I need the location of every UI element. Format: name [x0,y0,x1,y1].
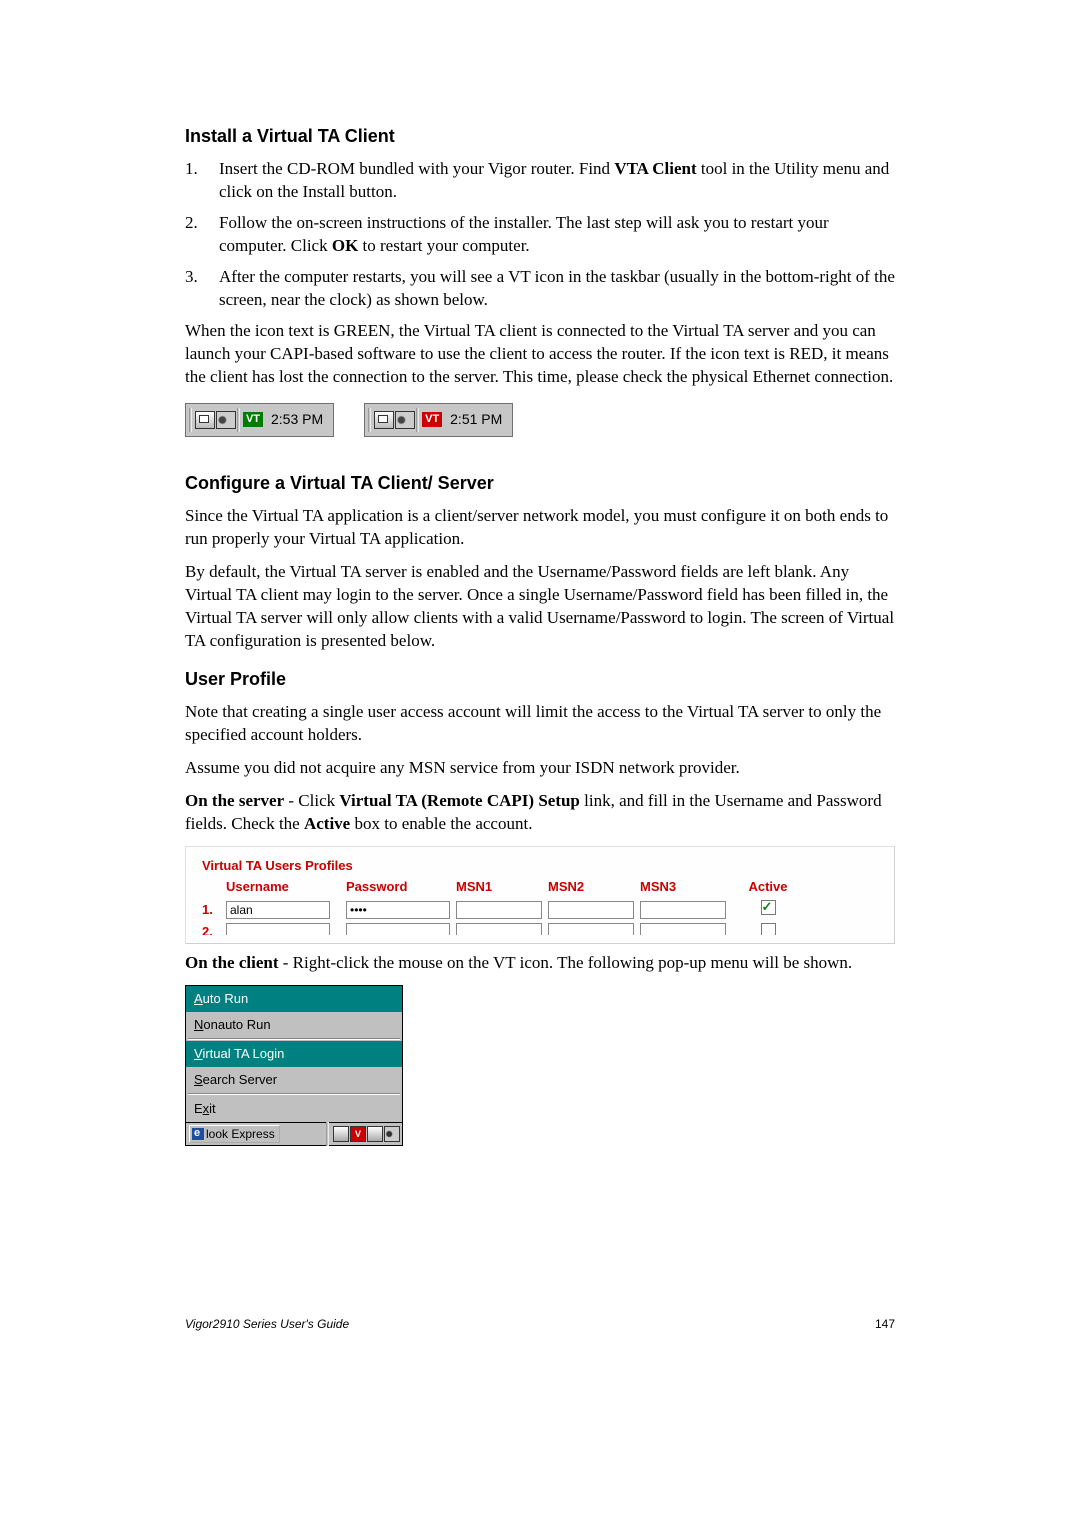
col-username: Username [226,878,346,896]
paragraph-configure-2: By default, the Virtual TA server is ena… [185,561,895,653]
paragraph-connection-status: When the icon text is GREEN, the Virtual… [185,320,895,389]
bold-text: Active [304,814,350,833]
speaker-icon [384,1126,400,1142]
bold-text: On the client [185,953,279,972]
paragraph-configure-1: Since the Virtual TA application is a cl… [185,505,895,551]
taskbar-disconnected: VT 2:51 PM [364,403,513,437]
col-msn3: MSN3 [640,878,738,896]
text: - Right-click the mouse on the VT icon. … [279,953,853,972]
install-steps-list: 1. Insert the CD-ROM bundled with your V… [185,158,895,312]
heading-install: Install a Virtual TA Client [185,124,895,148]
text: S [194,1072,203,1087]
profiles-title: Virtual TA Users Profiles [202,857,878,875]
page-number: 147 [875,1316,895,1332]
context-menu: Auto Run Nonauto Run Virtual TA Login Se… [185,985,403,1123]
text: uto Run [203,991,249,1006]
msn1-input[interactable] [456,901,542,919]
password-input[interactable] [346,923,450,935]
vt-status-icon-green: VT [243,412,263,427]
text: A [194,991,203,1006]
password-input[interactable] [346,901,450,919]
menu-item-virtual-ta-login[interactable]: Virtual TA Login [186,1041,402,1067]
printer-icon [374,411,394,429]
msn1-input[interactable] [456,923,542,935]
taskbar-app-button[interactable]: look Express [189,1125,280,1143]
popup-menu-figure: Auto Run Nonauto Run Virtual TA Login Se… [185,985,403,1146]
taskbar-app-label: look Express [206,1126,275,1142]
menu-item-search-server[interactable]: Search Server [186,1067,402,1093]
taskbar-figure: VT 2:53 PM VT 2:51 PM [185,403,895,437]
profiles-header-row: Username Password MSN1 MSN2 MSN3 Active [202,878,878,896]
active-checkbox[interactable] [761,923,776,935]
taskbar-connected: VT 2:53 PM [185,403,334,437]
step-text: Insert the CD-ROM bundled with your Vigo… [219,158,895,204]
bold-text: On the server [185,791,284,810]
paragraph-userprofile-1: Note that creating a single user access … [185,701,895,747]
tray-icon [367,1126,383,1142]
paragraph-userprofile-2: Assume you did not acquire any MSN servi… [185,757,895,780]
text: to restart your computer. [358,236,529,255]
text: onauto Run [203,1017,270,1032]
username-input[interactable] [226,901,330,919]
profile-row-2: 2. [202,923,878,935]
bold-text: OK [332,236,358,255]
msn2-input[interactable] [548,923,634,935]
paragraph-on-client: On the client - Right-click the mouse on… [185,952,895,975]
taskbar-grip-icon [189,408,192,432]
menu-item-auto-run[interactable]: Auto Run [186,986,402,1012]
username-input[interactable] [226,923,330,935]
taskbar-grip-icon [368,408,371,432]
vt-status-icon-red: VT [422,412,442,427]
text: it [209,1101,216,1116]
text: E [194,1101,203,1116]
text: box to enable the account. [350,814,532,833]
paragraph-on-server: On the server - Click Virtual TA (Remote… [185,790,895,836]
menu-item-exit[interactable]: Exit [186,1096,402,1122]
taskbar-grip-icon [416,408,419,432]
row-number: 1. [202,901,226,919]
text: N [194,1017,203,1032]
text: Insert the CD-ROM bundled with your Vigo… [219,159,614,178]
page-footer: Vigor2910 Series User's Guide 147 [185,1316,895,1332]
speaker-icon [216,411,236,429]
heading-user-profile: User Profile [185,667,895,691]
menu-separator [188,1093,400,1095]
msn3-input[interactable] [640,923,726,935]
col-password: Password [346,878,456,896]
taskbar-grip-icon [237,408,240,432]
bold-text: VTA Client [614,159,696,178]
msn3-input[interactable] [640,901,726,919]
virtual-ta-users-profiles-panel: Virtual TA Users Profiles Username Passw… [185,846,895,945]
printer-icon [333,1126,349,1142]
text: - Click [284,791,339,810]
footer-guide-title: Vigor2910 Series User's Guide [185,1316,349,1332]
col-msn2: MSN2 [548,878,640,896]
col-active: Active [738,878,798,896]
step-text: Follow the on-screen instructions of the… [219,212,895,258]
speaker-icon [395,411,415,429]
step-number: 1. [185,158,219,204]
popup-taskbar: look Express V [185,1123,403,1146]
step-text: After the computer restarts, you will se… [219,266,895,312]
col-msn1: MSN1 [456,878,548,896]
row-number: 2. [202,923,226,935]
printer-icon [195,411,215,429]
step-number: 3. [185,266,219,312]
menu-item-nonauto-run[interactable]: Nonauto Run [186,1012,402,1038]
vt-status-icon: V [350,1126,366,1142]
system-tray: V [326,1122,402,1146]
outlook-express-icon [192,1128,204,1140]
profile-row-1: 1. [202,900,878,920]
msn2-input[interactable] [548,901,634,919]
text: irtual TA Login [202,1046,284,1061]
active-checkbox[interactable] [761,900,776,915]
bold-text: Virtual TA (Remote CAPI) Setup [339,791,580,810]
heading-configure: Configure a Virtual TA Client/ Server [185,471,895,495]
step-number: 2. [185,212,219,258]
taskbar-clock: 2:51 PM [442,410,512,429]
taskbar-grip-icon [326,1122,329,1146]
taskbar-clock: 2:53 PM [263,410,333,429]
text: earch Server [203,1072,277,1087]
menu-separator [188,1038,400,1040]
